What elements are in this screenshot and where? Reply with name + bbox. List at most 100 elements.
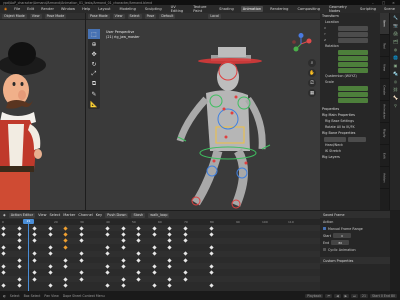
workspace-tab-compositing[interactable]: Compositing xyxy=(295,6,322,12)
keyframe[interactable] xyxy=(152,283,157,288)
object-properties-icon[interactable]: ▣ xyxy=(390,61,400,69)
keyframe[interactable] xyxy=(105,251,110,256)
keyframe[interactable] xyxy=(48,264,53,269)
keyframe[interactable] xyxy=(152,232,157,237)
view-menu[interactable]: View xyxy=(38,213,46,217)
keyframe[interactable] xyxy=(1,270,6,275)
keyframe[interactable] xyxy=(63,264,69,269)
keyframe[interactable] xyxy=(48,245,53,250)
keyframe[interactable] xyxy=(183,232,188,237)
marker-menu[interactable]: Marker xyxy=(63,213,75,217)
channel-row[interactable] xyxy=(0,270,320,276)
keyframe[interactable] xyxy=(48,270,53,275)
keyframe[interactable] xyxy=(63,238,69,243)
playback-menu[interactable]: Playback xyxy=(305,293,324,298)
keyframe[interactable] xyxy=(16,264,22,269)
keyframe[interactable] xyxy=(1,245,6,250)
location-x-field[interactable] xyxy=(338,25,368,31)
blender-logo-icon[interactable]: ◉ xyxy=(3,6,8,12)
camera-viewport[interactable]: Object Mode View Pose Mode xyxy=(0,13,85,210)
keyframe[interactable] xyxy=(79,277,84,282)
keyframe[interactable] xyxy=(120,257,126,263)
world-properties-icon[interactable]: 🌐 xyxy=(390,53,400,61)
tool-properties-icon[interactable]: 🔧 xyxy=(390,13,400,21)
head-neck-field[interactable] xyxy=(324,136,346,142)
keyframe[interactable] xyxy=(79,270,84,275)
jump-start-icon[interactable]: ⏮ xyxy=(325,293,333,298)
keyframe[interactable] xyxy=(48,232,53,237)
location-y-field[interactable] xyxy=(338,31,368,37)
keyframe[interactable] xyxy=(209,225,214,231)
channel-row[interactable] xyxy=(0,231,320,237)
keyframe[interactable] xyxy=(167,257,173,263)
transform-icon[interactable]: ⧉ xyxy=(88,79,100,89)
keyframe[interactable] xyxy=(183,251,188,256)
pan-hand-icon[interactable]: ✋ xyxy=(308,69,316,77)
keyframe[interactable] xyxy=(32,251,37,256)
modifier-properties-icon[interactable]: 🔩 xyxy=(390,69,400,77)
keyframe[interactable] xyxy=(63,232,69,237)
tab-edit[interactable]: Edit xyxy=(380,145,389,167)
object-mode-dropdown[interactable]: Object Mode xyxy=(2,13,27,19)
keyframe[interactable] xyxy=(209,270,214,275)
minimize-icon[interactable]: – xyxy=(372,1,374,5)
menu-edit[interactable]: Edit xyxy=(26,6,35,12)
navigation-gizmo[interactable] xyxy=(290,33,312,55)
channel-menu[interactable]: Channel xyxy=(78,213,92,217)
keyframe[interactable] xyxy=(79,251,84,256)
channel-row[interactable] xyxy=(0,237,320,244)
view-layer-icon[interactable]: 🗂 xyxy=(390,37,400,45)
action-editor-mode-dropdown[interactable]: Action Editor xyxy=(8,212,36,218)
keyframe[interactable] xyxy=(79,232,84,237)
editor-type-icon[interactable]: ◈ xyxy=(3,213,6,217)
keyframe[interactable] xyxy=(183,238,188,243)
keyframe[interactable] xyxy=(183,277,188,282)
maximize-icon[interactable]: □ xyxy=(382,1,385,5)
menu-help[interactable]: Help xyxy=(81,6,91,12)
keyframe[interactable] xyxy=(105,232,110,237)
armature-data-icon[interactable]: 🦴 xyxy=(390,93,400,101)
tab-create[interactable]: Create xyxy=(380,79,389,101)
keyframe[interactable] xyxy=(120,283,126,288)
keyframe[interactable] xyxy=(152,270,157,275)
bone-properties-icon[interactable]: ⚲ xyxy=(390,101,400,109)
workspace-tab-rendering[interactable]: Rendering xyxy=(268,6,290,12)
main-3d-viewport[interactable]: Pose Mode View Select Pose Default Local… xyxy=(86,13,320,210)
rotate-icon[interactable]: ↻ xyxy=(88,59,100,69)
push-down-button[interactable]: Push Down xyxy=(105,212,129,218)
keyframe[interactable] xyxy=(167,245,173,250)
keyframe[interactable] xyxy=(167,283,173,288)
keyframe[interactable] xyxy=(120,232,126,237)
keyframe[interactable] xyxy=(136,232,141,237)
keyframe[interactable] xyxy=(209,251,214,256)
transform-orientation-dropdown[interactable]: Default xyxy=(159,13,176,19)
keyframe[interactable] xyxy=(1,251,6,256)
keyframe[interactable] xyxy=(167,238,173,243)
keyframe[interactable] xyxy=(136,270,141,275)
keyframe[interactable] xyxy=(48,225,53,231)
keyframe[interactable] xyxy=(152,225,157,231)
keyframe[interactable] xyxy=(1,225,6,231)
keyframe[interactable] xyxy=(79,238,84,243)
camera-view-icon[interactable]: ⎚ xyxy=(308,79,316,87)
keyframe[interactable] xyxy=(105,245,110,250)
keyframe[interactable] xyxy=(48,251,53,256)
keyframe[interactable] xyxy=(167,232,173,237)
keyframe[interactable] xyxy=(16,283,22,288)
keyframe[interactable] xyxy=(136,225,141,231)
saved-frame-header[interactable]: Saved Frame xyxy=(320,211,390,218)
keyframe[interactable] xyxy=(16,225,22,231)
keyframe[interactable] xyxy=(1,264,6,269)
view-menu[interactable]: View xyxy=(29,13,42,19)
channel-row[interactable] xyxy=(0,244,320,250)
action-name-field[interactable]: walk_loop xyxy=(148,212,170,218)
keyframe[interactable] xyxy=(120,225,126,231)
select-menu[interactable]: Select xyxy=(49,213,60,217)
rotation-y-field[interactable] xyxy=(338,61,368,67)
keyframe[interactable] xyxy=(79,225,84,231)
key-menu[interactable]: Key xyxy=(96,213,102,217)
keyframe[interactable] xyxy=(48,283,53,288)
keyframe[interactable] xyxy=(1,232,6,237)
keyframe[interactable] xyxy=(32,225,37,231)
keyframe[interactable] xyxy=(105,283,110,288)
